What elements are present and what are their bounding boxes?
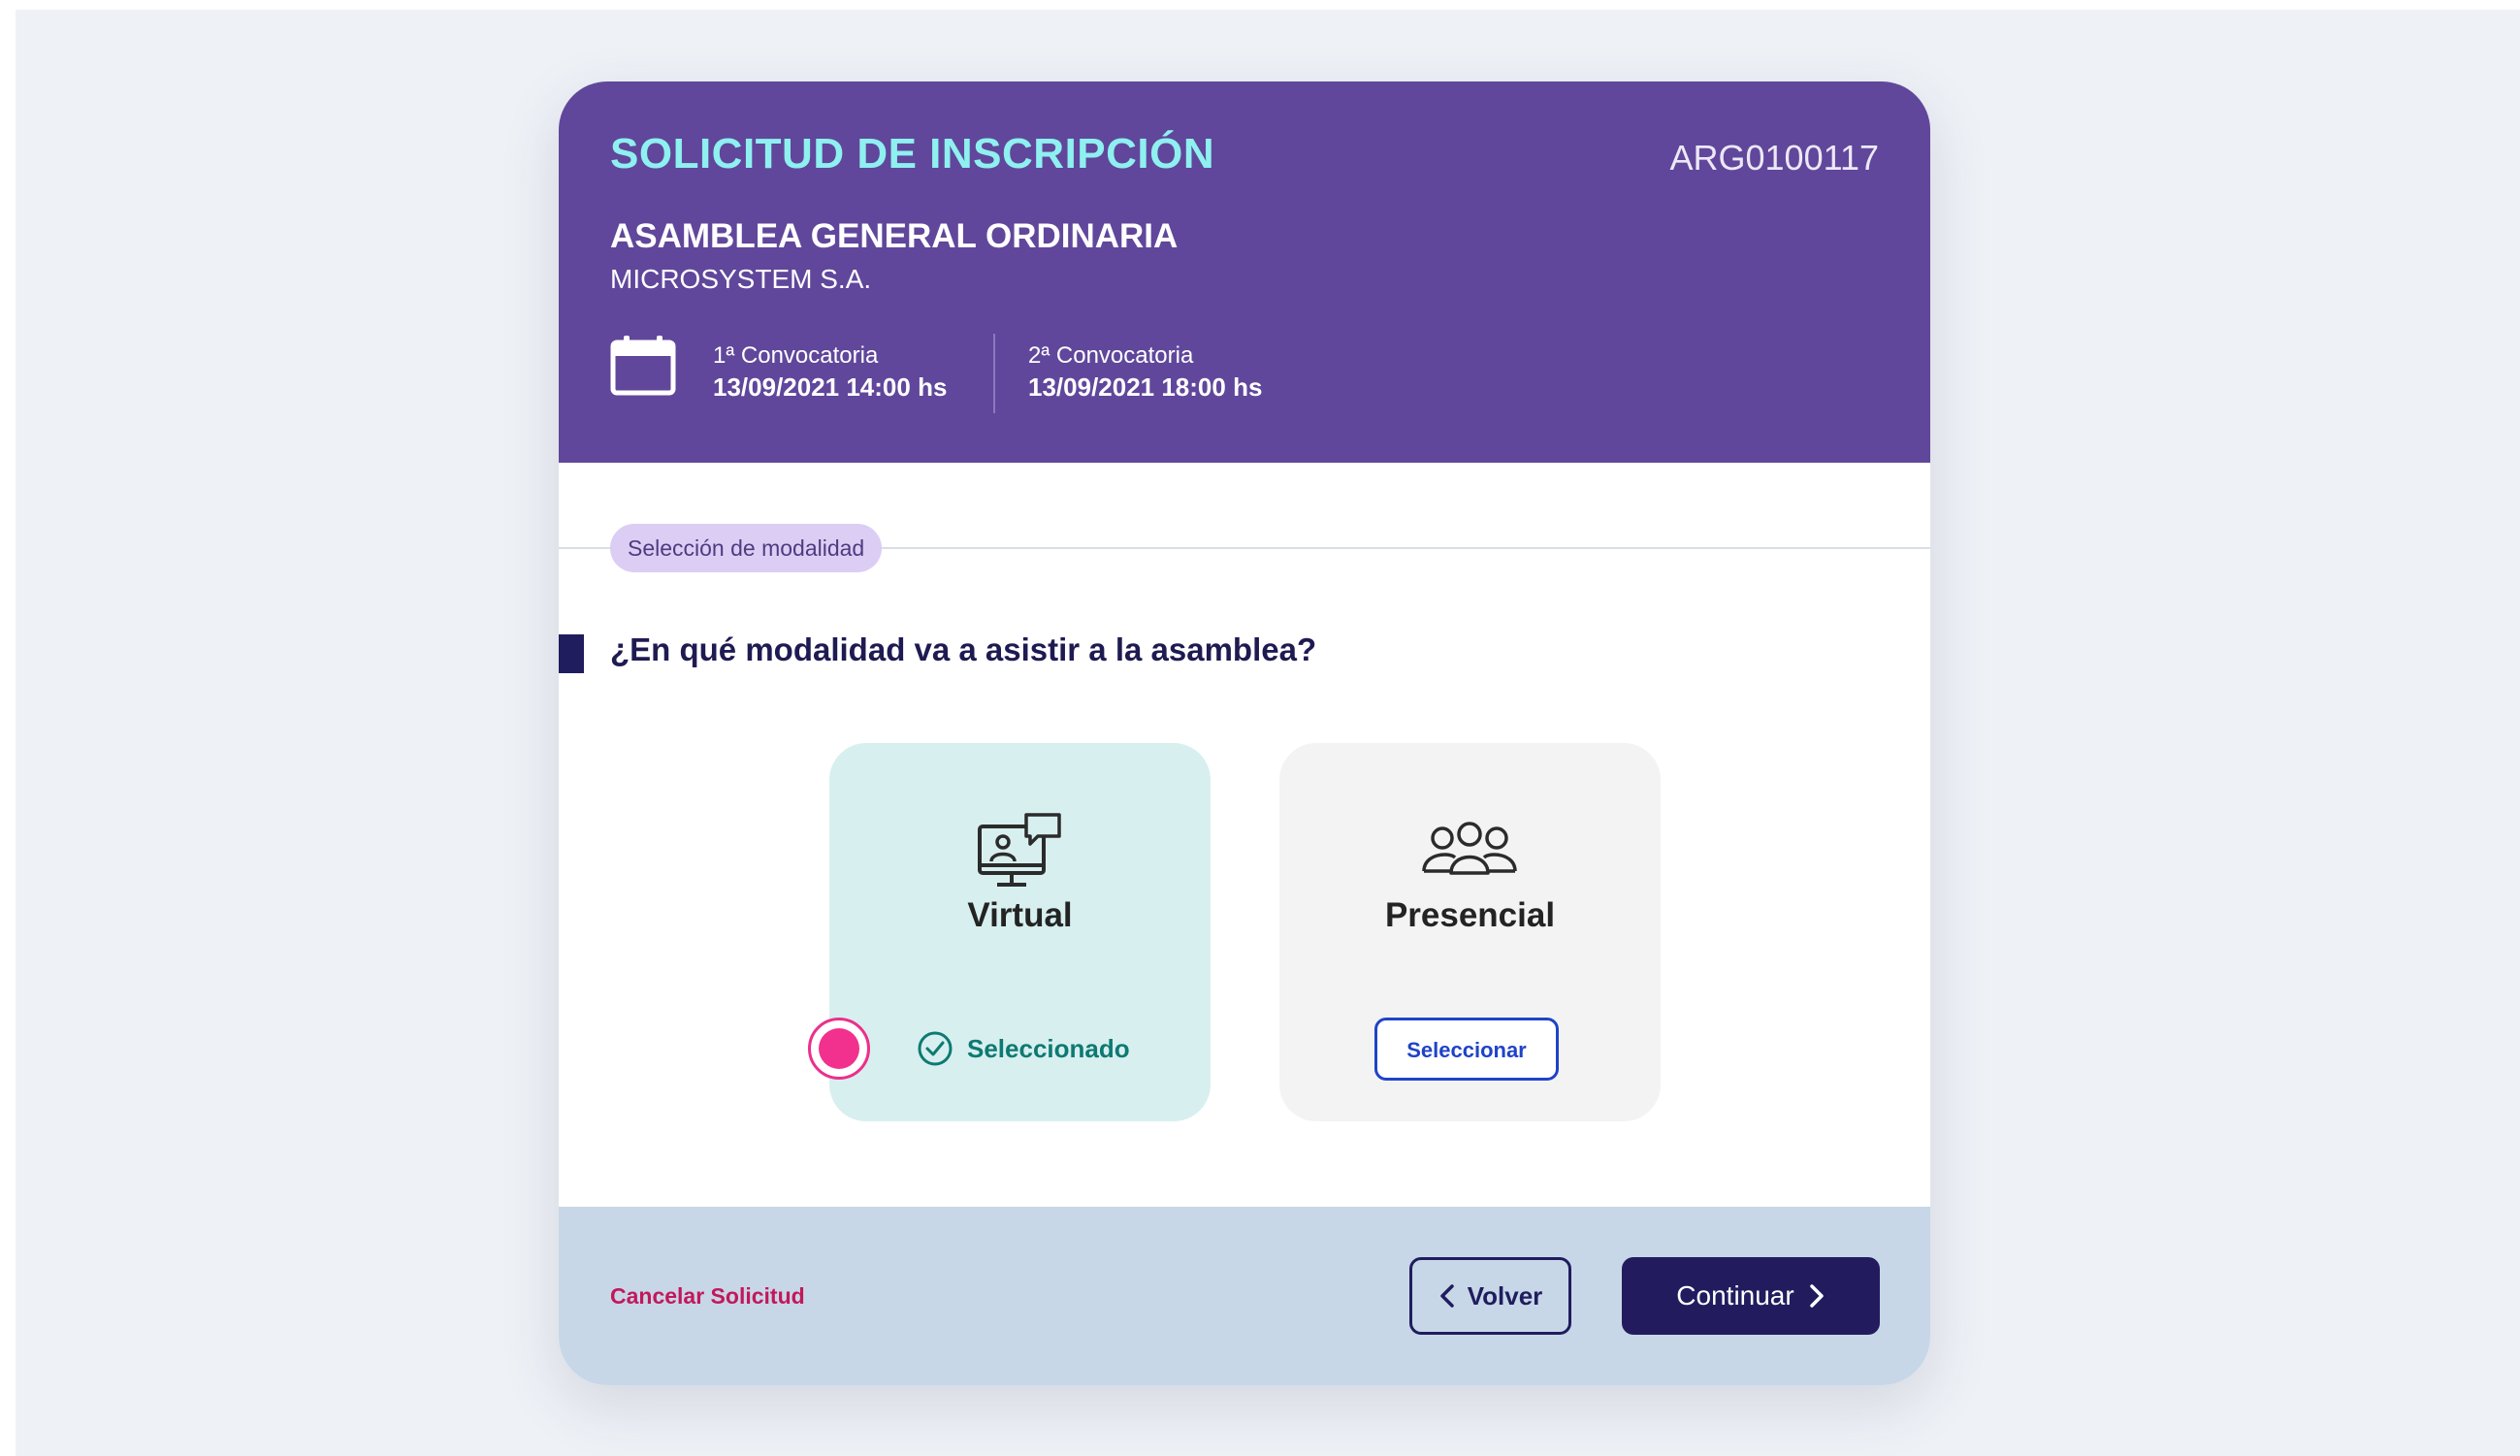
- option-virtual-card[interactable]: Virtual Seleccionado: [829, 743, 1211, 1121]
- cursor-indicator: [808, 1018, 870, 1080]
- card-footer: Cancelar Solicitud Volver Continuar: [559, 1207, 1930, 1385]
- check-circle-icon: [918, 1031, 953, 1066]
- card-header: SOLICITUD DE INSCRIPCIÓN ARG0100117 ASAM…: [559, 81, 1930, 463]
- people-group-icon: [1422, 822, 1517, 875]
- convocatoria-1-date: 13/09/2021 14:00 hs: [713, 372, 948, 402]
- convocatoria-2: 2ª Convocatoria 13/09/2021 18:00 hs: [1028, 341, 1262, 404]
- back-button[interactable]: Volver: [1409, 1257, 1571, 1335]
- convocatoria-2-date: 13/09/2021 18:00 hs: [1028, 372, 1263, 402]
- question-marker: [559, 634, 584, 673]
- computer-chat-icon: [978, 813, 1061, 887]
- convocatoria-1: 1ª Convocatoria 13/09/2021 14:00 hs: [713, 341, 947, 404]
- divider: [993, 334, 995, 413]
- option-presencial-title: Presencial: [1384, 896, 1556, 934]
- convocatoria-2-label: 2ª Convocatoria: [1028, 342, 1194, 369]
- option-virtual-status: Seleccionado: [917, 1030, 1130, 1067]
- option-virtual-title: Virtual: [967, 896, 1073, 934]
- select-presencial-button[interactable]: Seleccionar: [1374, 1018, 1559, 1081]
- page-title: SOLICITUD DE INSCRIPCIÓN: [610, 130, 1215, 178]
- back-button-label: Volver: [1467, 1280, 1543, 1310]
- question-text: ¿En qué modalidad va a asistir a la asam…: [610, 631, 1317, 667]
- chevron-right-icon: [1809, 1284, 1824, 1308]
- cancel-request-link[interactable]: Cancelar Solicitud: [610, 1283, 805, 1310]
- continue-button-label: Continuar: [1676, 1280, 1794, 1310]
- registration-card: SOLICITUD DE INSCRIPCIÓN ARG0100117 ASAM…: [559, 81, 1930, 1385]
- selected-label: Seleccionado: [967, 1033, 1130, 1063]
- step-badge: Selección de modalidad: [610, 524, 883, 572]
- option-presencial-card[interactable]: Presencial Seleccionar: [1279, 743, 1661, 1121]
- continue-button[interactable]: Continuar: [1622, 1257, 1880, 1335]
- event-name: ASAMBLEA GENERAL ORDINARIA: [610, 217, 1179, 255]
- chevron-left-icon: [1439, 1284, 1454, 1308]
- company-name: MICROSYSTEM S.A.: [610, 264, 872, 294]
- calendar-icon: [610, 336, 676, 396]
- convocatoria-1-label: 1ª Convocatoria: [713, 342, 879, 369]
- request-code: ARG0100117: [1669, 138, 1880, 178]
